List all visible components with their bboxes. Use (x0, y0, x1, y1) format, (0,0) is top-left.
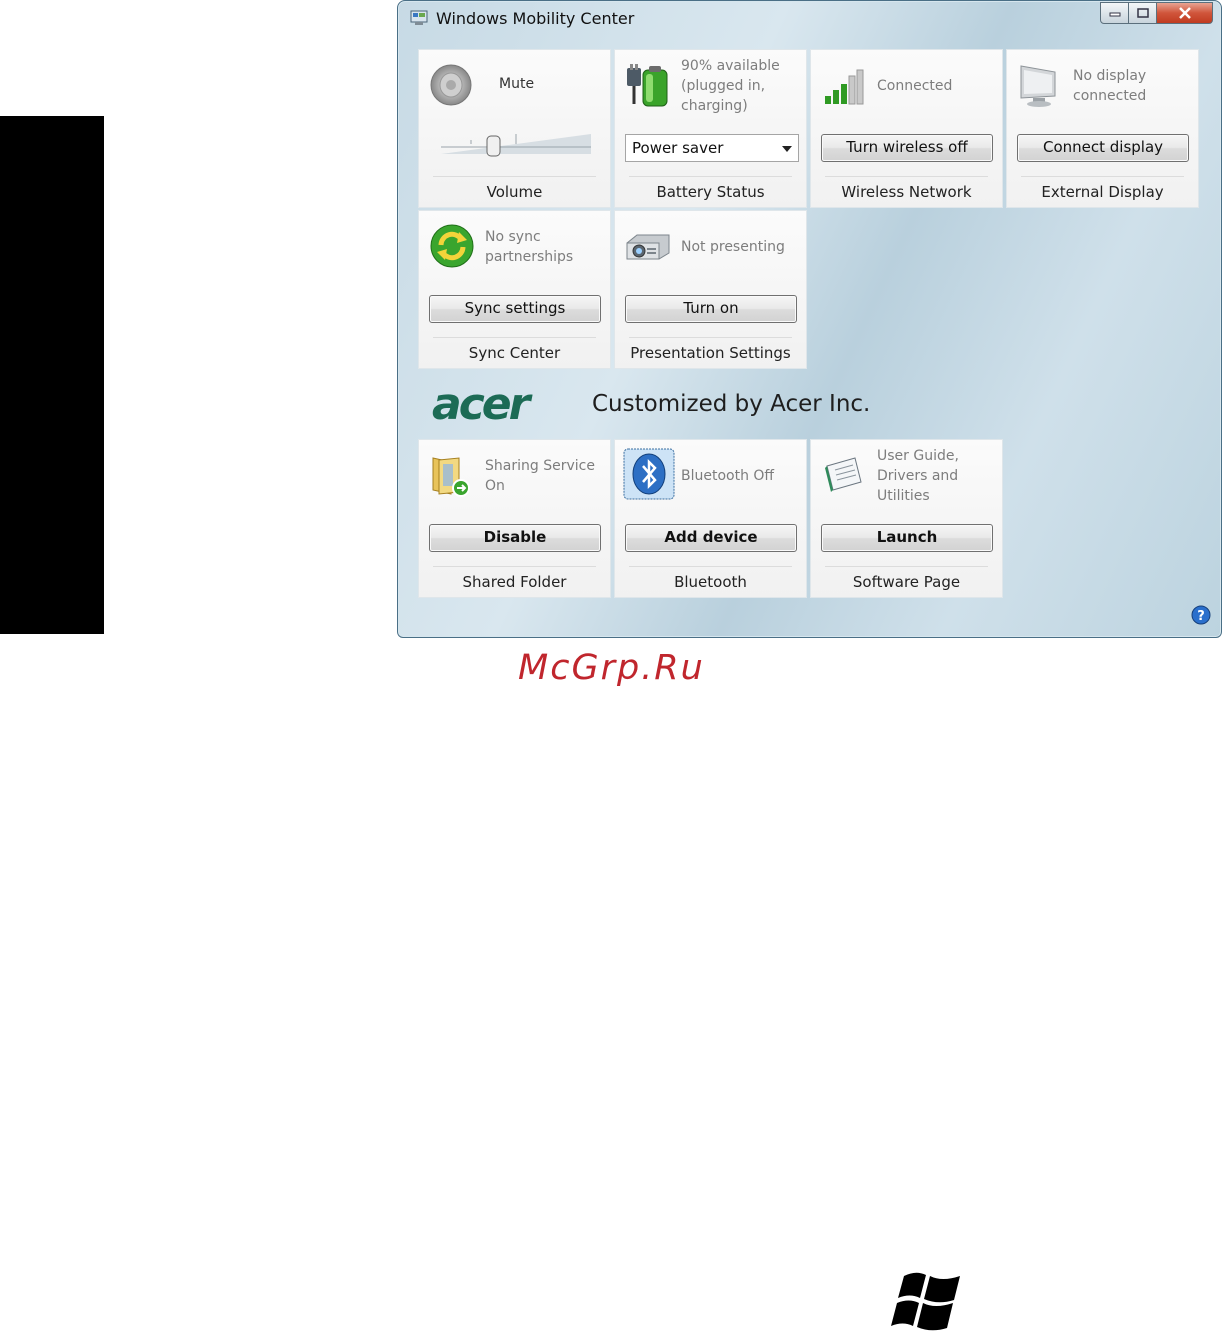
sync-status: No sync partnerships (485, 229, 574, 265)
battery-plug-icon (627, 64, 668, 107)
wireless-tile: Connected Turn wireless off Wireless Net… (810, 49, 1003, 208)
bluetooth-caption: Bluetooth (674, 573, 747, 591)
sharing-status: Sharing Service On (485, 458, 595, 494)
monitor-icon (1020, 65, 1056, 107)
shared-separator (433, 566, 596, 567)
sync-tile: No sync partnerships Sync settings Sync … (418, 210, 611, 369)
connect-display-button[interactable]: Connect display (1017, 134, 1189, 162)
external-display-tile: No display connected Connect display Ext… (1006, 49, 1199, 208)
sync-settings-button[interactable]: Sync settings (429, 295, 601, 323)
battery-separator (629, 176, 792, 177)
presentation-turn-on-button[interactable]: Turn on (625, 295, 797, 323)
add-device-button[interactable]: Add device (625, 524, 797, 552)
windows-logo-icon (891, 1272, 960, 1331)
speaker-icon (430, 64, 472, 106)
software-page-tile: User Guide, Drivers and Utilities Launch… (810, 439, 1003, 598)
black-side-tab (0, 116, 104, 634)
acer-logo: acer (432, 385, 536, 425)
display-status: No display connected (1073, 68, 1147, 104)
wireless-separator (825, 176, 988, 177)
customized-by-text: Customized by Acer Inc. (592, 391, 871, 417)
dropdown-arrow-icon (782, 146, 792, 152)
volume-caption: Volume (486, 183, 543, 201)
signal-strength-icon (825, 69, 864, 105)
disable-sharing-button[interactable]: Disable (429, 524, 601, 552)
battery-status: 90% available (plugged in, charging) (681, 58, 780, 114)
svg-text:?: ? (1197, 609, 1205, 624)
maximize-button[interactable] (1129, 2, 1157, 24)
shared-folder-icon (432, 457, 470, 497)
power-plan-value: Power saver (632, 139, 724, 157)
bluetooth-tile: Bluetooth Off Add device Bluetooth (614, 439, 807, 598)
projector-icon (626, 234, 670, 260)
display-caption: External Display (1041, 183, 1164, 201)
bluetooth-separator (629, 566, 792, 567)
shared-caption: Shared Folder (462, 573, 567, 591)
wireless-status: Connected (877, 78, 953, 94)
minimize-icon (1109, 12, 1120, 17)
bluetooth-icon[interactable] (623, 448, 675, 500)
sync-icon (430, 224, 474, 268)
bluetooth-status: Bluetooth Off (681, 468, 775, 484)
title-bar[interactable]: Windows Mobility Center (398, 1, 1221, 37)
wireless-caption: Wireless Network (841, 183, 972, 201)
software-status: User Guide, Drivers and Utilities (877, 448, 959, 504)
svg-text:acer: acer (432, 385, 533, 425)
mobility-center-window: Windows Mobility Center Mute Volume 90% … (397, 0, 1222, 638)
help-icon[interactable]: ? (1191, 605, 1211, 625)
presentation-separator (629, 337, 792, 338)
presentation-caption: Presentation Settings (630, 344, 791, 362)
sync-separator (433, 337, 596, 338)
battery-tile: 90% available (plugged in, charging) Pow… (614, 49, 807, 208)
maximize-icon (1136, 8, 1149, 18)
close-icon (1178, 7, 1191, 19)
user-guide-icon (825, 457, 862, 492)
sync-caption: Sync Center (468, 344, 561, 362)
close-button[interactable] (1157, 2, 1213, 24)
software-caption: Software Page (852, 573, 961, 591)
presentation-tile: Not presenting Turn on Presentation Sett… (614, 210, 807, 369)
battery-caption: Battery Status (656, 183, 765, 201)
power-plan-dropdown[interactable]: Power saver (625, 134, 799, 162)
watermark-text: McGrp.Ru (518, 648, 705, 688)
acer-branding: acer Customized by Acer Inc. (418, 377, 1203, 439)
shared-folder-tile: Sharing Service On Disable Shared Folder (418, 439, 611, 598)
caption-buttons (1100, 2, 1213, 26)
minimize-button[interactable] (1100, 2, 1129, 24)
turn-wireless-off-button[interactable]: Turn wireless off (821, 134, 993, 162)
volume-tile: Mute Volume (418, 49, 611, 208)
presentation-status: Not presenting (681, 239, 785, 255)
window-title: Windows Mobility Center (436, 9, 635, 28)
mobility-center-icon (410, 10, 428, 25)
volume-separator (433, 176, 596, 177)
software-separator (825, 566, 988, 567)
display-separator (1021, 176, 1184, 177)
tiles-area: Mute Volume 90% available (plugged in, c… (418, 49, 1203, 624)
volume-mute-status[interactable]: Mute (499, 74, 599, 94)
launch-button[interactable]: Launch (821, 524, 993, 552)
volume-slider[interactable] (441, 130, 591, 160)
